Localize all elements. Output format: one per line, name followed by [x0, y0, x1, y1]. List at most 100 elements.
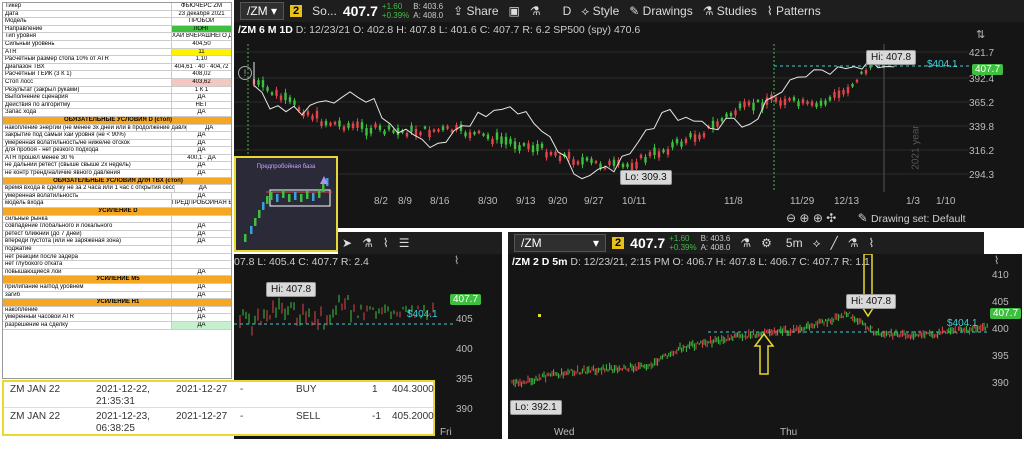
thumb-candle: [288, 194, 291, 202]
candle-body: [635, 161, 638, 169]
candle-body: [576, 161, 580, 165]
style-icon[interactable]: ⟡: [813, 236, 821, 251]
pan-icon[interactable]: ✣: [826, 211, 836, 225]
timeframe-selector[interactable]: D: [563, 4, 572, 18]
trade-time: 06:38:25: [96, 423, 135, 434]
flask-icon[interactable]: ⚗: [740, 236, 751, 250]
checklist-label: Расчётный ТЕЙК (3 К 1): [5, 71, 72, 78]
checklist-value: 404,61 · 40 · 404,72: [171, 63, 231, 71]
checklist-value: ДА: [171, 192, 231, 200]
x-tick-label: 8/30: [478, 196, 498, 207]
checklist-label: Тикер: [5, 3, 22, 9]
flask-icon[interactable]: ⚗: [362, 236, 373, 250]
candle-body: [788, 98, 791, 101]
br-level-label: $404.1: [947, 318, 978, 329]
timeframe-selector[interactable]: 5m: [786, 236, 803, 250]
checklist-row: ATR 11: [3, 48, 231, 57]
drawings-button[interactable]: ✎ Drawings: [629, 4, 692, 18]
thumb-candle: [262, 202, 265, 210]
bottom-left-toolbar: ➤ ⚗ ⌇ ☰: [338, 232, 502, 254]
candle-body: [644, 156, 647, 163]
checklist-label: время входа в сделку не за 2 часа или 1 …: [5, 185, 174, 192]
trade-row[interactable]: ZM JAN 22 2021-12-23, 2021-12-27 - SELL -1 405…: [4, 409, 434, 435]
candle-body: [860, 71, 863, 74]
checklist-value: ПРЕДПРОБОЙНАЯ БАЗА: [171, 200, 231, 208]
drawing-set-selector[interactable]: Drawing set: Default: [871, 213, 966, 225]
checklist-value: ДА: [171, 306, 231, 314]
symbol-selector[interactable]: /ZM ▾: [240, 2, 285, 20]
thumb-candle: [254, 218, 257, 226]
thumb-candle: [282, 190, 285, 198]
candle-body: [612, 159, 616, 166]
crosshair-icon[interactable]: ⊕: [813, 211, 823, 225]
checklist-label: Модель: [5, 18, 27, 25]
gear-icon[interactable]: ⚙: [761, 236, 772, 250]
candle-body: [819, 100, 823, 106]
chart-settings-icon[interactable]: ⇅: [976, 28, 985, 41]
candle-body: [414, 128, 418, 137]
checklist-row: разрешение на сделку ДА: [3, 321, 231, 330]
flask-icon[interactable]: ⚗: [530, 4, 541, 18]
checklist-label: умеренная волатильность/не ниже/не отско…: [5, 139, 130, 146]
candle-body: [729, 112, 733, 117]
link-group-badge[interactable]: 2: [612, 237, 625, 249]
studies-button[interactable]: ⚗ Studies: [703, 4, 757, 18]
checklist-row: Результат (закрыл руками) 1 К 1: [3, 86, 231, 95]
patterns-icon[interactable]: ⌇: [869, 236, 875, 250]
top-chart-pane[interactable]: /ZM 6 M 1D D: 12/23/21 O: 402.8 H: 407.8…: [234, 22, 1024, 228]
trade-row[interactable]: ZM JAN 22 2021-12-22, 2021-12-27 - BUY 1 404.3…: [4, 382, 434, 408]
symbol-selector[interactable]: /ZM ▾: [514, 234, 607, 252]
candle-body: [855, 79, 859, 83]
info-icon[interactable]: !: [238, 66, 252, 80]
trade-date2: 2021-12-27: [176, 411, 228, 422]
checklist-label: умеренная волатильность: [5, 192, 79, 199]
thumb-candle: [294, 192, 297, 200]
menu-icon[interactable]: ☰: [399, 236, 410, 250]
line-tool-icon[interactable]: ╱: [831, 236, 838, 250]
checklist-row: нет глубокого отката: [3, 261, 231, 269]
symbol-text: /ZM: [521, 236, 542, 250]
candle-body: [801, 99, 805, 104]
zoom-out-icon[interactable]: ⊖: [786, 211, 796, 225]
drawings-icon: ✎: [629, 4, 640, 18]
candle-body: [423, 126, 427, 129]
candle-body: [545, 151, 548, 158]
br-y-axis: 410 405 400 395 390: [992, 270, 1009, 389]
checklist-section-header: ОБЯЗАТЕЛЬНЫЕ УСЛОВИЯ ДЛЯ ТВХ (стоп): [3, 177, 231, 186]
bl-last-price-tag: 407.7: [450, 294, 482, 305]
share-button[interactable]: ⇪ Share: [453, 4, 498, 18]
drawing-tool-icon[interactable]: ⌇: [383, 236, 389, 250]
entry-arrow: [753, 332, 775, 375]
checklist-value: 408,02: [171, 71, 231, 78]
so-label[interactable]: So...: [312, 4, 337, 18]
zoom-controls[interactable]: ⊖ ⊕ ⊕ ✣ ✎ Drawing set: Default: [786, 211, 966, 225]
screenshot-icon[interactable]: ▣: [509, 4, 520, 18]
bottom-right-price-chart: [511, 254, 988, 388]
candle-body: [288, 97, 292, 102]
style-button[interactable]: ⟡ Style: [581, 4, 619, 19]
bl-settings-icon[interactable]: ⌇: [454, 254, 459, 267]
pointer-icon[interactable]: ➤: [342, 236, 352, 250]
patterns-button[interactable]: ⌇ Patterns: [767, 4, 821, 18]
link-group-badge[interactable]: 2: [290, 5, 303, 17]
thumb-candle: [276, 194, 279, 202]
candle-body: [716, 121, 719, 127]
candle-body: [554, 151, 557, 156]
x-tick-label: 9/13: [516, 196, 536, 207]
top-level-label: $404.1: [927, 59, 958, 70]
checklist-row: умеренный часовой ATR ДА: [3, 314, 231, 322]
top-y-axis: 421.7 392.4 365.2 339.8 316.2 294.3: [969, 48, 995, 181]
thumb-candle: [250, 226, 253, 234]
candle-body: [702, 133, 706, 138]
flask-icon[interactable]: ⚗: [848, 236, 859, 250]
checklist-value: ДА: [171, 291, 231, 299]
last-price: 407.7: [342, 3, 378, 19]
top-x-axis: 8/2 8/9 8/16 8/30 9/13 9/20 9/27 10/11 11/8 11/29…: [234, 196, 1024, 210]
patterns-icon: ⌇: [766, 4, 773, 18]
candle-body: [270, 92, 274, 95]
bottom-right-chart-pane[interactable]: /ZM 2 D 5m D: 12/23/21, 2:15 PM O: 406.7…: [508, 254, 1022, 439]
candle-body: [518, 144, 521, 151]
checklist-label: ATR прошёл менее 30 %: [5, 154, 75, 161]
zoom-in-icon[interactable]: ⊕: [799, 211, 809, 225]
br-settings-icon[interactable]: ⌇: [994, 254, 999, 267]
